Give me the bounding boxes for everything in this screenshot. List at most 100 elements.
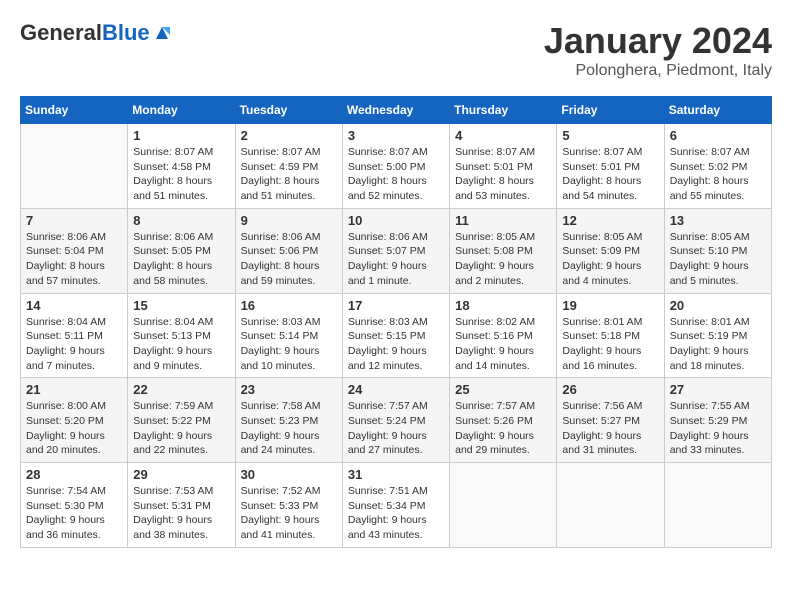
day-detail: Sunrise: 7:58 AMSunset: 5:23 PMDaylight:… <box>241 399 337 458</box>
calendar-cell <box>557 463 664 548</box>
calendar-table: SundayMondayTuesdayWednesdayThursdayFrid… <box>20 96 772 548</box>
day-detail: Sunrise: 7:57 AMSunset: 5:24 PMDaylight:… <box>348 399 444 458</box>
day-number: 30 <box>241 467 337 482</box>
day-number: 20 <box>670 298 766 313</box>
calendar-week-row: 1 Sunrise: 8:07 AMSunset: 4:58 PMDaylight… <box>21 124 772 209</box>
calendar-cell: 15 Sunrise: 8:04 AMSunset: 5:13 PMDayligh… <box>128 293 235 378</box>
day-number: 2 <box>241 128 337 143</box>
day-number: 13 <box>670 213 766 228</box>
day-detail: Sunrise: 8:07 AMSunset: 5:00 PMDaylight:… <box>348 145 444 204</box>
location-title: Polonghera, Piedmont, Italy <box>544 62 772 80</box>
calendar-cell <box>450 463 557 548</box>
calendar-cell: 22 Sunrise: 7:59 AMSunset: 5:22 PMDayligh… <box>128 378 235 463</box>
calendar-cell: 8 Sunrise: 8:06 AMSunset: 5:05 PMDaylight… <box>128 208 235 293</box>
day-detail: Sunrise: 8:03 AMSunset: 5:14 PMDaylight:… <box>241 315 337 374</box>
day-number: 9 <box>241 213 337 228</box>
weekday-header-thursday: Thursday <box>450 97 557 124</box>
day-detail: Sunrise: 8:00 AMSunset: 5:20 PMDaylight:… <box>26 399 122 458</box>
day-number: 16 <box>241 298 337 313</box>
day-number: 15 <box>133 298 229 313</box>
day-detail: Sunrise: 7:52 AMSunset: 5:33 PMDaylight:… <box>241 484 337 543</box>
day-number: 31 <box>348 467 444 482</box>
day-number: 18 <box>455 298 551 313</box>
calendar-week-row: 7 Sunrise: 8:06 AMSunset: 5:04 PMDaylight… <box>21 208 772 293</box>
day-number: 14 <box>26 298 122 313</box>
calendar-cell: 20 Sunrise: 8:01 AMSunset: 5:19 PMDayligh… <box>664 293 771 378</box>
calendar-cell <box>21 124 128 209</box>
weekday-header-sunday: Sunday <box>21 97 128 124</box>
day-detail: Sunrise: 8:06 AMSunset: 5:06 PMDaylight:… <box>241 230 337 289</box>
day-detail: Sunrise: 8:01 AMSunset: 5:18 PMDaylight:… <box>562 315 658 374</box>
day-number: 3 <box>348 128 444 143</box>
day-detail: Sunrise: 7:53 AMSunset: 5:31 PMDaylight:… <box>133 484 229 543</box>
calendar-cell: 17Sunrise: 8:03 AMSunset: 5:15 PMDayligh… <box>342 293 449 378</box>
day-number: 21 <box>26 382 122 397</box>
day-detail: Sunrise: 8:06 AMSunset: 5:07 PMDaylight:… <box>348 230 444 289</box>
calendar-cell: 3 Sunrise: 8:07 AMSunset: 5:00 PMDaylight… <box>342 124 449 209</box>
weekday-header-row: SundayMondayTuesdayWednesdayThursdayFrid… <box>21 97 772 124</box>
calendar-cell: 7 Sunrise: 8:06 AMSunset: 5:04 PMDaylight… <box>21 208 128 293</box>
calendar-cell: 14 Sunrise: 8:04 AMSunset: 5:11 PMDayligh… <box>21 293 128 378</box>
calendar-week-row: 21 Sunrise: 8:00 AMSunset: 5:20 PMDayligh… <box>21 378 772 463</box>
day-number: 25 <box>455 382 551 397</box>
weekday-header-friday: Friday <box>557 97 664 124</box>
day-detail: Sunrise: 7:51 AMSunset: 5:34 PMDaylight:… <box>348 484 444 543</box>
logo-icon <box>152 23 172 43</box>
calendar-cell: 24 Sunrise: 7:57 AMSunset: 5:24 PMDayligh… <box>342 378 449 463</box>
calendar-cell: 11 Sunrise: 8:05 AMSunset: 5:08 PMDayligh… <box>450 208 557 293</box>
day-number: 7 <box>26 213 122 228</box>
day-detail: Sunrise: 7:57 AMSunset: 5:26 PMDaylight:… <box>455 399 551 458</box>
calendar-cell: 26 Sunrise: 7:56 AMSunset: 5:27 PMDayligh… <box>557 378 664 463</box>
day-detail: Sunrise: 8:05 AMSunset: 5:08 PMDaylight:… <box>455 230 551 289</box>
calendar-cell: 30 Sunrise: 7:52 AMSunset: 5:33 PMDayligh… <box>235 463 342 548</box>
day-number: 26 <box>562 382 658 397</box>
page-header: GeneralBlue January 2024 Polonghera, Pie… <box>20 20 772 80</box>
day-number: 22 <box>133 382 229 397</box>
day-detail: Sunrise: 8:06 AMSunset: 5:04 PMDaylight:… <box>26 230 122 289</box>
logo-general-text: General <box>20 20 102 46</box>
day-detail: Sunrise: 8:07 AMSunset: 5:01 PMDaylight:… <box>455 145 551 204</box>
day-detail: Sunrise: 8:07 AMSunset: 4:59 PMDaylight:… <box>241 145 337 204</box>
calendar-cell: 16 Sunrise: 8:03 AMSunset: 5:14 PMDayligh… <box>235 293 342 378</box>
day-detail: Sunrise: 7:56 AMSunset: 5:27 PMDaylight:… <box>562 399 658 458</box>
day-number: 12 <box>562 213 658 228</box>
day-detail: Sunrise: 8:06 AMSunset: 5:05 PMDaylight:… <box>133 230 229 289</box>
calendar-cell: 9 Sunrise: 8:06 AMSunset: 5:06 PMDaylight… <box>235 208 342 293</box>
day-detail: Sunrise: 7:59 AMSunset: 5:22 PMDaylight:… <box>133 399 229 458</box>
calendar-cell: 29 Sunrise: 7:53 AMSunset: 5:31 PMDayligh… <box>128 463 235 548</box>
day-number: 24 <box>348 382 444 397</box>
day-number: 6 <box>670 128 766 143</box>
day-detail: Sunrise: 8:01 AMSunset: 5:19 PMDaylight:… <box>670 315 766 374</box>
calendar-cell: 21 Sunrise: 8:00 AMSunset: 5:20 PMDayligh… <box>21 378 128 463</box>
day-number: 29 <box>133 467 229 482</box>
calendar-cell: 12 Sunrise: 8:05 AMSunset: 5:09 PMDayligh… <box>557 208 664 293</box>
title-block: January 2024 Polonghera, Piedmont, Italy <box>544 20 772 80</box>
day-detail: Sunrise: 8:03 AMSunset: 5:15 PMDaylight:… <box>348 315 444 374</box>
day-number: 23 <box>241 382 337 397</box>
weekday-header-monday: Monday <box>128 97 235 124</box>
calendar-cell <box>664 463 771 548</box>
day-number: 11 <box>455 213 551 228</box>
calendar-cell: 1 Sunrise: 8:07 AMSunset: 4:58 PMDaylight… <box>128 124 235 209</box>
day-number: 5 <box>562 128 658 143</box>
day-number: 19 <box>562 298 658 313</box>
day-detail: Sunrise: 8:07 AMSunset: 5:01 PMDaylight:… <box>562 145 658 204</box>
day-detail: Sunrise: 8:04 AMSunset: 5:13 PMDaylight:… <box>133 315 229 374</box>
calendar-week-row: 14 Sunrise: 8:04 AMSunset: 5:11 PMDayligh… <box>21 293 772 378</box>
day-detail: Sunrise: 8:04 AMSunset: 5:11 PMDaylight:… <box>26 315 122 374</box>
day-number: 27 <box>670 382 766 397</box>
calendar-cell: 10Sunrise: 8:06 AMSunset: 5:07 PMDayligh… <box>342 208 449 293</box>
day-detail: Sunrise: 8:05 AMSunset: 5:09 PMDaylight:… <box>562 230 658 289</box>
calendar-cell: 31 Sunrise: 7:51 AMSunset: 5:34 PMDayligh… <box>342 463 449 548</box>
day-number: 1 <box>133 128 229 143</box>
calendar-cell: 13 Sunrise: 8:05 AMSunset: 5:10 PMDayligh… <box>664 208 771 293</box>
calendar-cell: 4Sunrise: 8:07 AMSunset: 5:01 PMDaylight… <box>450 124 557 209</box>
day-detail: Sunrise: 8:07 AMSunset: 4:58 PMDaylight:… <box>133 145 229 204</box>
logo-blue-text: Blue <box>102 20 150 46</box>
calendar-cell: 23 Sunrise: 7:58 AMSunset: 5:23 PMDayligh… <box>235 378 342 463</box>
weekday-header-wednesday: Wednesday <box>342 97 449 124</box>
calendar-week-row: 28Sunrise: 7:54 AMSunset: 5:30 PMDayligh… <box>21 463 772 548</box>
logo: GeneralBlue <box>20 20 172 46</box>
day-number: 8 <box>133 213 229 228</box>
day-detail: Sunrise: 8:05 AMSunset: 5:10 PMDaylight:… <box>670 230 766 289</box>
